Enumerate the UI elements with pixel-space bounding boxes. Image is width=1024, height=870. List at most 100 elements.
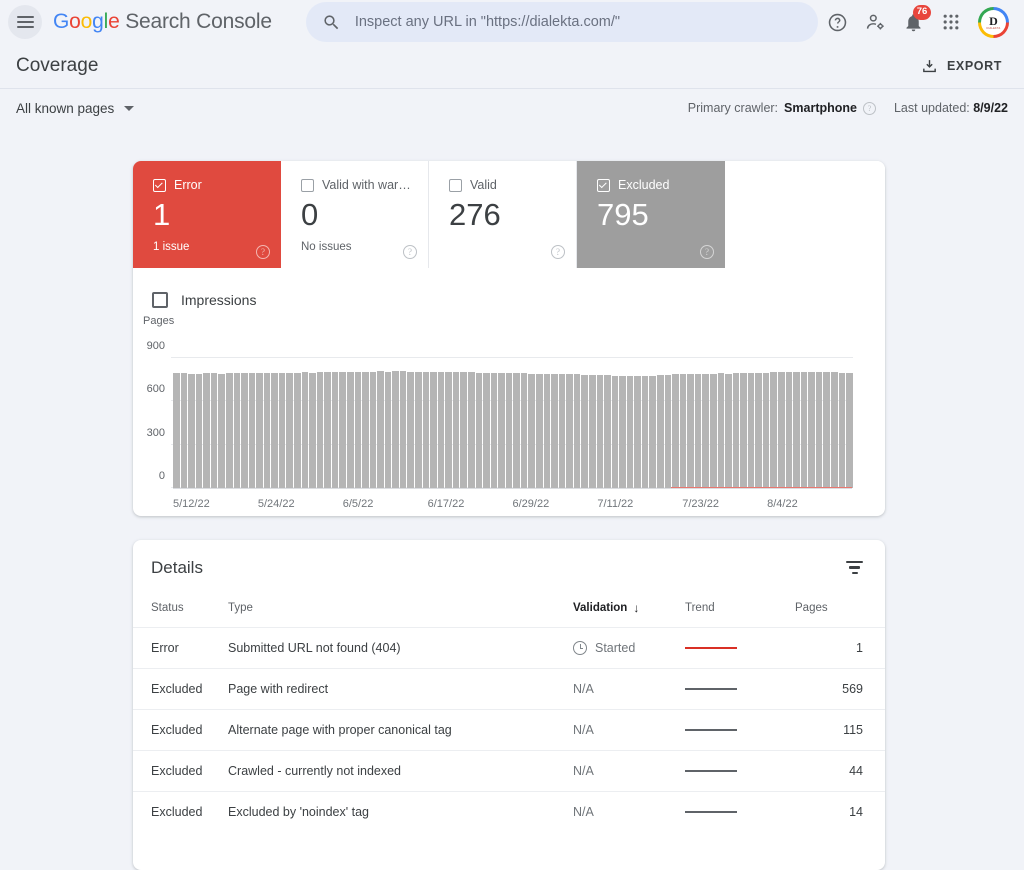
account-settings-icon[interactable] [865,12,886,33]
chart-bar[interactable] [589,375,596,488]
chart-bar[interactable] [748,373,755,488]
chart-bar[interactable] [483,373,490,488]
chart-bar[interactable] [203,373,210,488]
hamburger-menu-icon[interactable] [8,5,42,39]
chart-bar[interactable] [279,373,286,488]
chart-bar[interactable] [695,374,702,488]
help-icon[interactable] [827,12,848,33]
chart-bar[interactable] [181,373,188,488]
search-input[interactable]: Inspect any URL in "https://dialekta.com… [306,2,818,42]
chart-bar[interactable] [823,372,830,488]
chart-bar[interactable] [680,374,687,488]
chart-bar[interactable] [559,374,566,488]
chart-bar[interactable] [294,373,301,488]
chart-bar[interactable] [528,374,535,488]
chart-bar[interactable] [173,373,180,488]
chart-bar[interactable] [831,372,838,488]
filter-icon[interactable] [846,561,863,574]
chart-bar[interactable] [430,372,437,488]
chart-bar[interactable] [770,372,777,488]
chart-bar[interactable] [339,372,346,488]
chart-bar[interactable] [544,374,551,488]
chart-bar[interactable] [460,372,467,488]
chart-bar[interactable] [733,373,740,488]
chart-bar[interactable] [218,374,225,488]
checkbox-excluded[interactable] [597,179,610,192]
chart-bar[interactable] [839,373,846,488]
status-card-valid[interactable]: Valid 276 ? [429,161,577,268]
column-header-validation[interactable]: Validation ↓ [573,595,685,628]
chart-bar[interactable] [740,373,747,488]
help-circle-icon[interactable]: ? [551,245,565,259]
chart-bar[interactable] [476,373,483,488]
chart-bar[interactable] [332,372,339,488]
status-card-valid-with-warnings[interactable]: Valid with warnin... 0 No issues ? [281,161,429,268]
chart-bar[interactable] [755,373,762,488]
chart-bar[interactable] [309,373,316,488]
status-card-error[interactable]: Error 1 1 issue ? [133,161,281,268]
chart-bar[interactable] [271,373,278,488]
chart-bar[interactable] [597,375,604,488]
table-row[interactable]: ExcludedExcluded by 'noindex' tagN/A14 [133,792,885,833]
chart-bar[interactable] [498,373,505,488]
chart-bar[interactable] [400,371,407,488]
help-circle-icon[interactable]: ? [403,245,417,259]
chart-bar[interactable] [808,372,815,488]
chart-bar[interactable] [521,373,528,488]
chart-bar[interactable] [801,372,808,488]
chart-bar[interactable] [241,373,248,488]
chart-bar[interactable] [710,374,717,488]
chart-bar[interactable] [385,372,392,488]
chart-bar[interactable] [816,372,823,488]
chart-bar[interactable] [286,373,293,488]
chart-bar[interactable] [188,374,195,488]
chart-bar[interactable] [324,372,331,488]
chart-bar[interactable] [642,376,649,488]
chart-bar[interactable] [687,374,694,488]
chart-bar[interactable] [513,373,520,488]
chart-bar[interactable] [649,376,656,488]
chart-bar[interactable] [634,376,641,488]
column-header-type[interactable]: Type [228,595,573,628]
help-circle-icon[interactable]: ? [256,245,270,259]
chart-bar[interactable] [302,372,309,488]
table-row[interactable]: ExcludedPage with redirectN/A569 [133,669,885,710]
table-row[interactable]: ExcludedCrawled - currently not indexedN… [133,751,885,792]
checkbox-valid-with-warnings[interactable] [301,179,314,192]
checkbox-error[interactable] [153,179,166,192]
chart-bar[interactable] [506,373,513,488]
column-header-pages[interactable]: Pages [795,595,885,628]
chart-bar[interactable] [725,374,732,488]
chart-bar[interactable] [657,375,664,488]
chart-bar[interactable] [786,372,793,488]
chart-bar[interactable] [234,373,241,488]
pages-filter-dropdown[interactable]: All known pages [16,101,134,116]
chart-bar[interactable] [536,374,543,488]
chart-bar[interactable] [264,373,271,488]
column-header-status[interactable]: Status [133,595,228,628]
chart-bar[interactable] [612,376,619,488]
status-card-excluded[interactable]: Excluded 795 ? [577,161,725,268]
avatar[interactable]: D DIALEKTA [978,7,1009,38]
chart-bar[interactable] [423,372,430,488]
checkbox-impressions[interactable] [152,292,168,308]
export-button[interactable]: EXPORT [915,54,1008,79]
chart-bar[interactable] [763,373,770,488]
chart-bar[interactable] [347,372,354,488]
checkbox-valid[interactable] [449,179,462,192]
chart-bar[interactable] [574,374,581,488]
chart-bar[interactable] [627,376,634,488]
chart-bar[interactable] [793,372,800,488]
chart-bar[interactable] [211,373,218,488]
chart-bar[interactable] [226,373,233,488]
chart-bar[interactable] [778,372,785,488]
chart-bar[interactable] [256,373,263,488]
table-row[interactable]: ErrorSubmitted URL not found (404)Starte… [133,628,885,669]
chart-bar[interactable] [619,376,626,488]
chart-bar[interactable] [672,374,679,488]
chart-bar[interactable] [453,372,460,488]
chart-bar[interactable] [355,372,362,488]
chart-bar[interactable] [665,375,672,488]
chart-bar[interactable] [317,372,324,488]
chart-bar[interactable] [392,371,399,488]
